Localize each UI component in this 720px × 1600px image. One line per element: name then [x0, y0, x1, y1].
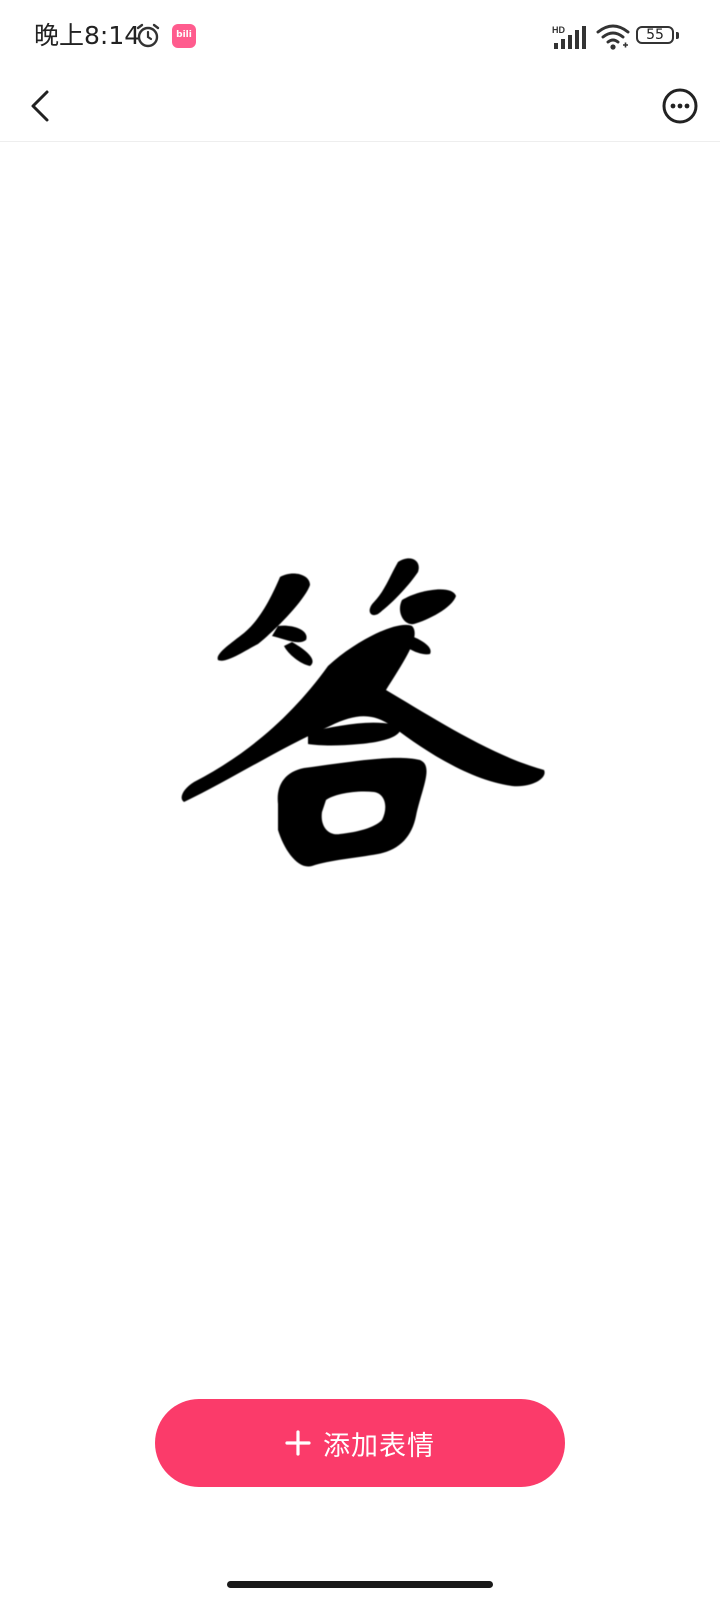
wifi-icon: [596, 24, 630, 50]
chevron-left-icon[interactable]: [14, 78, 70, 134]
app-badge-text: bili: [176, 30, 192, 40]
network-label: HD: [552, 25, 565, 35]
bilibili-app-icon: bili: [172, 24, 196, 48]
sticker-image: [181, 558, 545, 867]
status-time: 晚上8:14: [34, 21, 141, 50]
plus-icon: [285, 1430, 311, 1456]
signal-icon: HD: [552, 25, 586, 49]
battery-icon: 55: [636, 26, 680, 48]
battery-tip: [676, 32, 679, 39]
add-sticker-label: 添加表情: [323, 1430, 435, 1462]
status-bar: 晚上8:14 bili HD 55: [0, 0, 720, 72]
screen: 晚上8:14 bili HD 55 添加表情: [0, 0, 720, 1600]
alarm-icon: [136, 23, 160, 48]
nav-bar: [0, 72, 720, 142]
add-sticker-button[interactable]: 添加表情: [155, 1399, 565, 1487]
more-options-icon[interactable]: [652, 78, 708, 134]
home-indicator[interactable]: [227, 1581, 493, 1588]
battery-level: 55: [646, 27, 664, 43]
